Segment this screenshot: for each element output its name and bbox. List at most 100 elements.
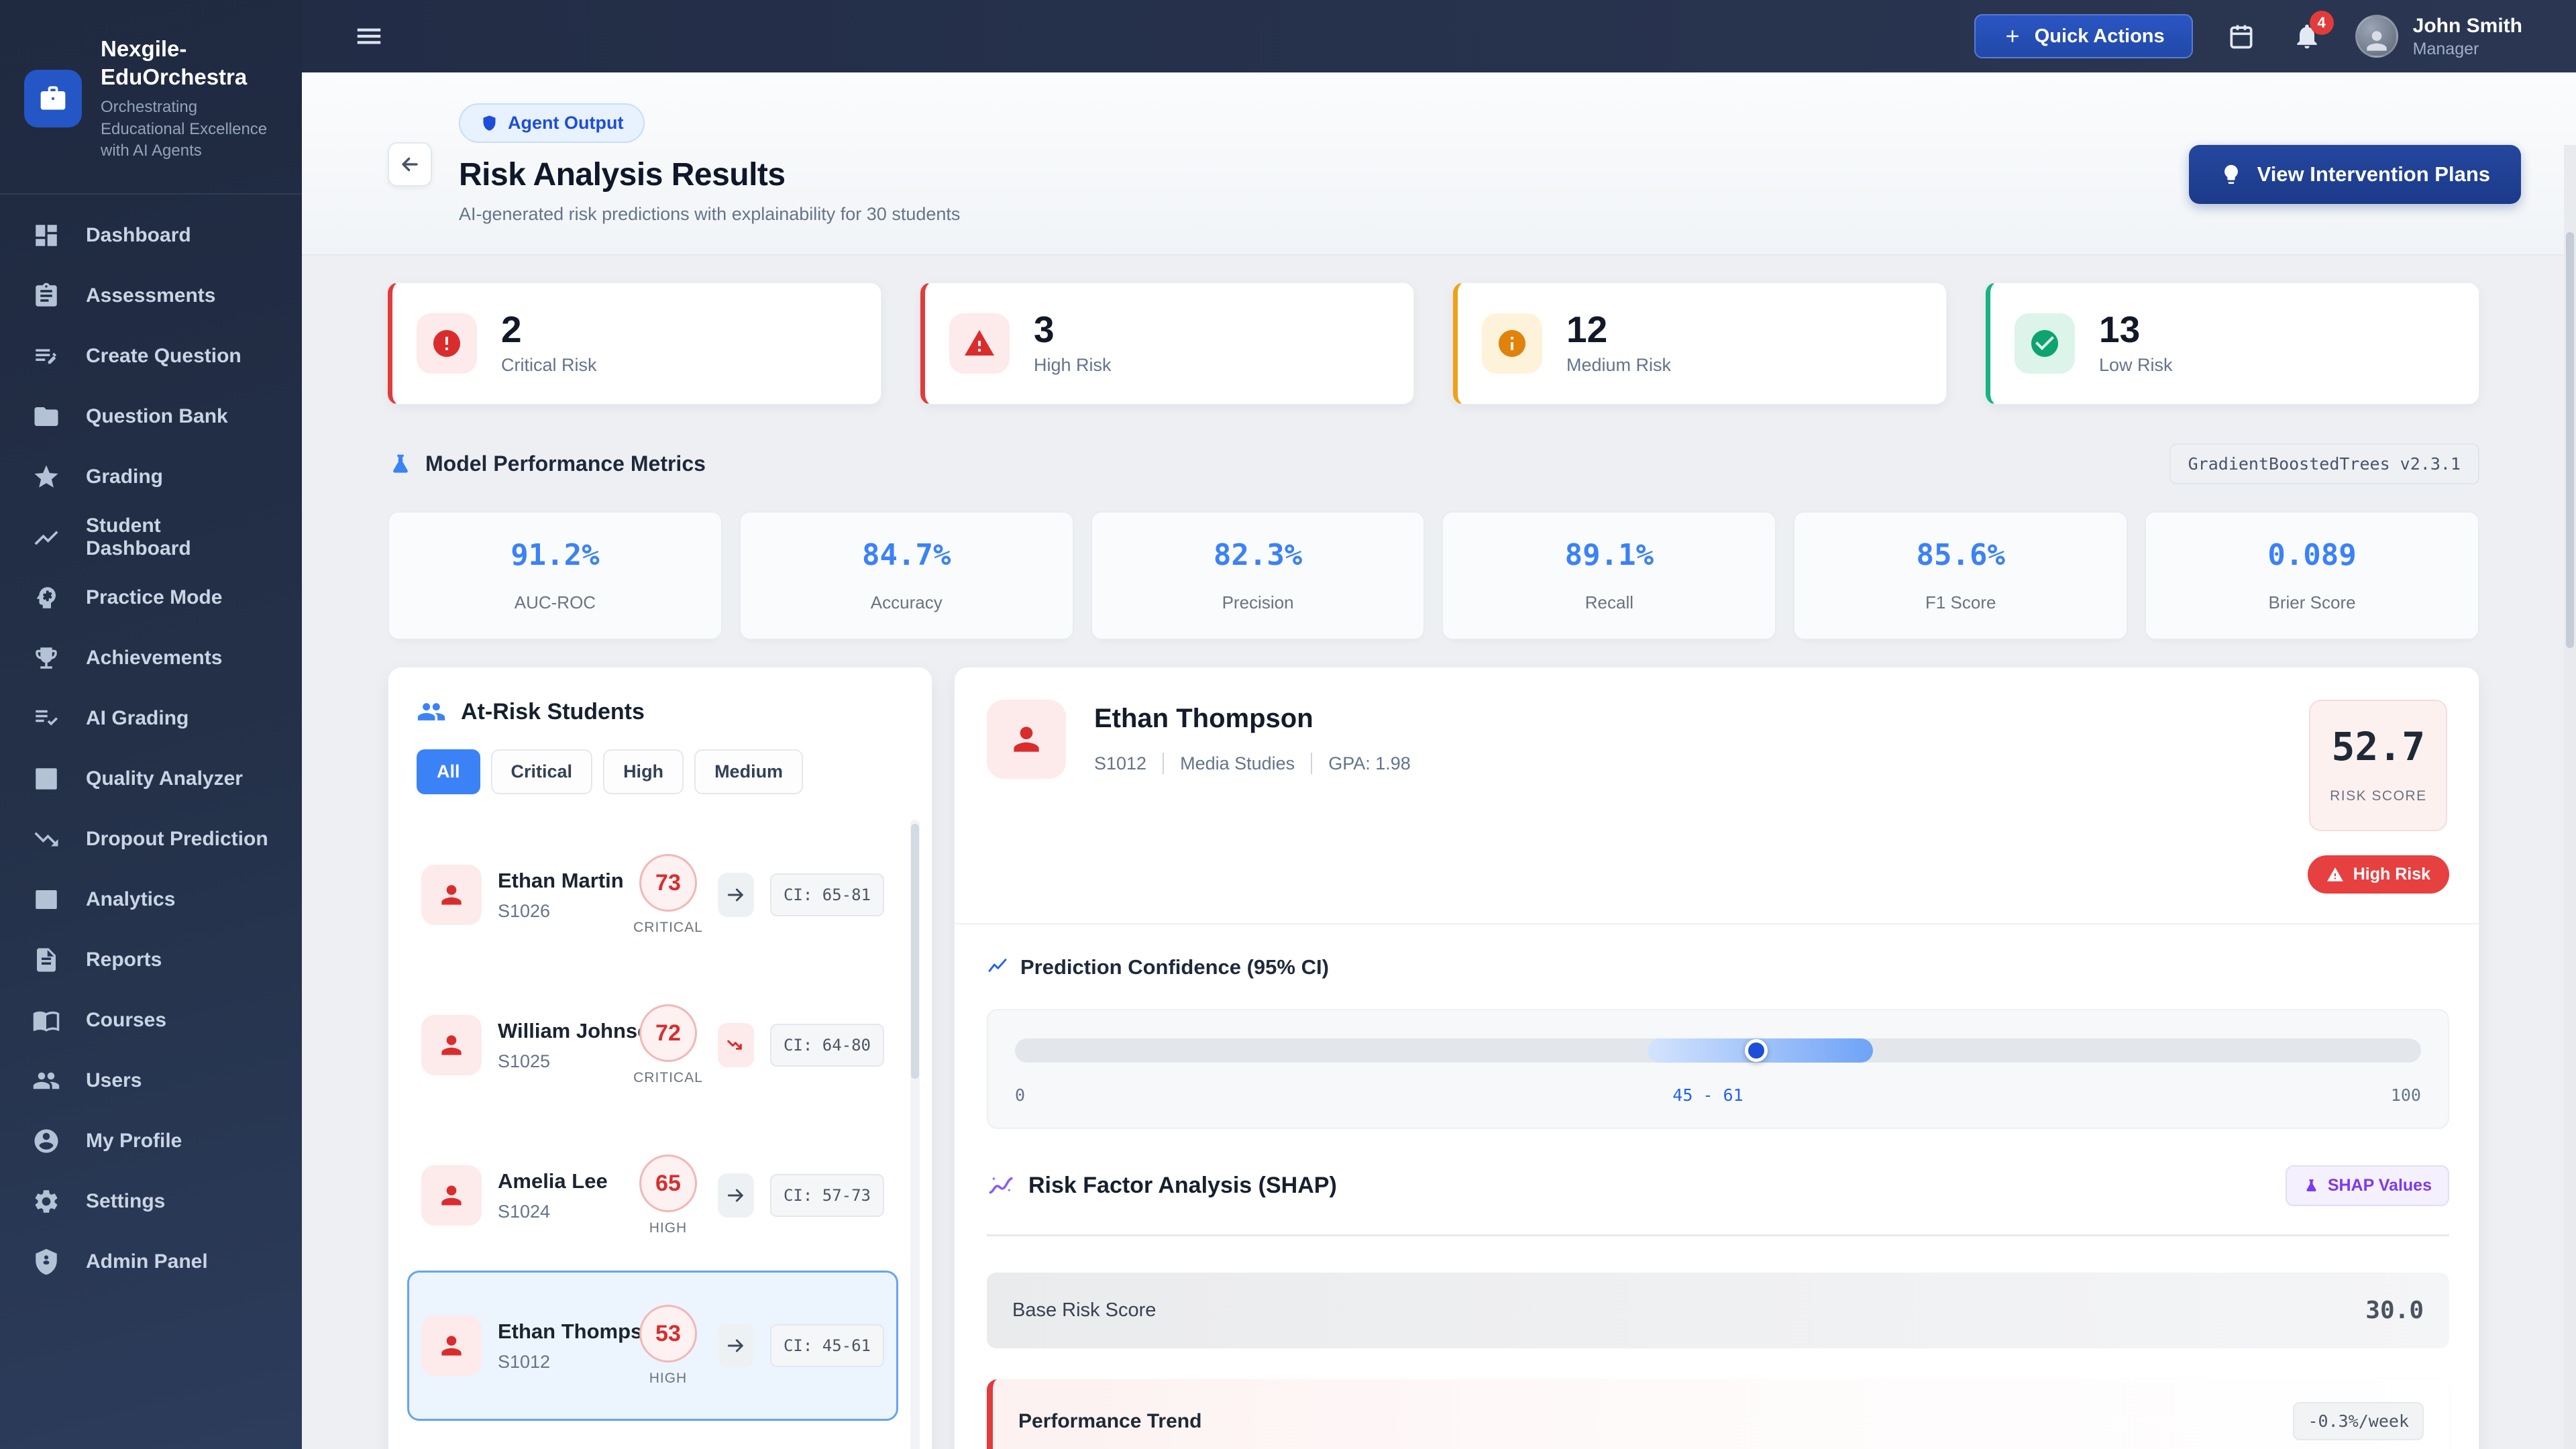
confidence-interval-badge: CI: 64-80 xyxy=(769,1024,884,1067)
student-detail-course: Media Studies xyxy=(1180,753,1295,773)
sidebar-item[interactable]: Student Dashboard xyxy=(0,507,302,568)
page-scrollbar[interactable] xyxy=(2564,145,2576,1449)
student-row[interactable]: Ethan Thompson S1012 53 HIGH CI: 45-61 xyxy=(407,1271,898,1421)
base-risk-value: 30.0 xyxy=(2365,1297,2424,1324)
student-list-scrollbar[interactable] xyxy=(910,820,920,1449)
sidebar-item-label: Users xyxy=(86,1069,142,1091)
sidebar-item-label: Admin Panel xyxy=(86,1250,208,1273)
page-title: Risk Analysis Results xyxy=(459,157,786,193)
sidebar-item[interactable]: Grading xyxy=(0,447,302,507)
shap-divider xyxy=(987,1234,2449,1236)
students-panel-title: At-Risk Students xyxy=(461,698,645,724)
student-row[interactable]: William Johnson S1025 72 CRITICAL CI: 64… xyxy=(407,970,898,1120)
sidebar-item[interactable]: Practice Mode xyxy=(0,568,302,628)
sidebar-item-icon xyxy=(32,885,60,914)
student-list-scrollbar-thumb[interactable] xyxy=(911,824,919,1079)
risk-filter-button[interactable]: High xyxy=(603,749,684,794)
sidebar-item-label: AI Grading xyxy=(86,706,189,729)
sidebar-item[interactable]: My Profile xyxy=(0,1111,302,1171)
sidebar-item[interactable]: Create Question xyxy=(0,326,302,386)
sidebar-item[interactable]: Users xyxy=(0,1051,302,1111)
risk-filter-button[interactable]: All xyxy=(417,749,480,794)
confidence-max-label: 100 xyxy=(2390,1085,2421,1105)
factor-rate-badge: -0.3%/week xyxy=(2293,1402,2424,1440)
sidebar-item[interactable]: Dashboard xyxy=(0,205,302,266)
risk-label: High Risk xyxy=(1034,355,1112,375)
metric-card: 84.7% Accuracy xyxy=(739,511,1074,640)
sidebar-item[interactable]: Analytics xyxy=(0,869,302,930)
back-button[interactable] xyxy=(388,142,432,186)
model-metrics-title: Model Performance Metrics xyxy=(425,451,706,476)
shap-values-badge: SHAP Values xyxy=(2285,1165,2449,1206)
notification-count-badge: 4 xyxy=(2309,11,2334,35)
metric-card: 89.1% Recall xyxy=(1442,511,1777,640)
topbar-actions: Quick Actions 4 John Smith Manager xyxy=(1974,11,2522,59)
sidebar-item[interactable]: Question Bank xyxy=(0,386,302,447)
app-logo: Nexgile-EduOrchestra Orchestrating Educa… xyxy=(0,0,302,189)
model-metrics-row: 91.2% AUC-ROC 84.7% Accuracy 82.3% Preci… xyxy=(388,511,2479,640)
risk-summary-row: 2 Critical Risk 3 High Risk 12 Medium Ri… xyxy=(388,282,2479,405)
main-column: Quick Actions 4 John Smith Manager Agent… xyxy=(302,0,2576,1449)
risk-count: 3 xyxy=(1034,309,1055,350)
sidebar-item-icon xyxy=(32,282,60,310)
user-name: John Smith xyxy=(2412,14,2522,37)
sidebar-item-label: Settings xyxy=(86,1189,166,1212)
notifications-bell-icon[interactable]: 4 xyxy=(2290,11,2334,54)
metric-card: 82.3% Precision xyxy=(1090,511,1426,640)
risk-label: Critical Risk xyxy=(501,355,597,375)
shap-title: Risk Factor Analysis (SHAP) xyxy=(1028,1173,1337,1198)
sidebar-item[interactable]: AI Grading xyxy=(0,688,302,749)
student-row[interactable]: Ethan Martin S1026 73 CRITICAL CI: 65-81 xyxy=(407,820,898,970)
sidebar-item-icon xyxy=(32,644,60,672)
student-row[interactable]: Amelia Lee S1024 65 HIGH CI: 57-73 xyxy=(407,1120,898,1271)
sidebar-item-icon xyxy=(32,825,60,853)
shap-section: Risk Factor Analysis (SHAP) SHAP Values … xyxy=(955,1134,2479,1449)
user-info: John Smith Manager xyxy=(2413,14,2522,59)
sidebar-item-label: Dropout Prediction xyxy=(86,827,268,850)
sidebar-item[interactable]: Reports xyxy=(0,930,302,990)
page-scrollbar-thumb[interactable] xyxy=(2566,232,2574,648)
student-row[interactable]: Lucas Davis S1015 52 HIGH xyxy=(407,1421,898,1449)
page: Agent Output Risk Analysis Results AI-ge… xyxy=(302,72,2576,1449)
quick-actions-button[interactable]: Quick Actions xyxy=(1974,14,2193,58)
metric-label: Brier Score xyxy=(2268,592,2356,612)
confidence-track xyxy=(1015,1038,2421,1063)
user-menu[interactable]: John Smith Manager xyxy=(2355,14,2522,59)
student-name: Ethan Martin xyxy=(498,868,624,892)
sidebar-item[interactable]: Achievements xyxy=(0,628,302,688)
factor-label: Performance Trend xyxy=(1018,1409,1202,1432)
metric-card: 85.6% F1 Score xyxy=(1793,511,2129,640)
sidebar-item-label: Assessments xyxy=(86,284,216,307)
back-arrow-icon xyxy=(402,157,418,172)
student-name: William Johnson xyxy=(498,1018,663,1042)
sidebar-item[interactable]: Settings xyxy=(0,1171,302,1232)
risk-label: Medium Risk xyxy=(1566,355,1672,375)
view-intervention-plans-button[interactable]: View Intervention Plans xyxy=(2188,145,2521,204)
risk-summary-card: 3 High Risk xyxy=(920,282,1414,405)
warning-icon xyxy=(2326,867,2343,881)
risk-score-circle: 65 xyxy=(639,1155,697,1212)
sidebar-item[interactable]: Courses xyxy=(0,990,302,1051)
risk-filter-button[interactable]: Medium xyxy=(694,749,804,794)
menu-icon[interactable] xyxy=(350,17,388,55)
meta-divider xyxy=(1311,753,1313,774)
trend-icon xyxy=(717,873,754,917)
student-name: Amelia Lee xyxy=(498,1169,608,1193)
confidence-interval-badge: CI: 45-61 xyxy=(769,1324,884,1367)
sidebar-item-icon xyxy=(32,1006,60,1034)
metric-value: 85.6% xyxy=(1916,538,2005,572)
student-id: S1012 xyxy=(498,1351,551,1372)
base-risk-label: Base Risk Score xyxy=(1012,1299,1157,1321)
risk-factor-card: Performance Trend -0.3%/week +0.3 xyxy=(987,1379,2449,1449)
sidebar-item-label: Reports xyxy=(86,948,162,971)
metric-card: 0.089 Brier Score xyxy=(2145,511,2479,640)
risk-filter-button[interactable]: Critical xyxy=(490,749,593,794)
sidebar-item[interactable]: Quality Analyzer xyxy=(0,749,302,809)
app-title: Nexgile-EduOrchestra xyxy=(101,36,248,90)
risk-count: 12 xyxy=(1566,309,1608,350)
sidebar-item[interactable]: Dropout Prediction xyxy=(0,809,302,869)
calendar-icon[interactable] xyxy=(2224,19,2259,54)
logo-text: Nexgile-EduOrchestra Orchestrating Educa… xyxy=(101,35,279,162)
sidebar-item[interactable]: Assessments xyxy=(0,266,302,326)
sidebar-item[interactable]: Admin Panel xyxy=(0,1232,302,1292)
